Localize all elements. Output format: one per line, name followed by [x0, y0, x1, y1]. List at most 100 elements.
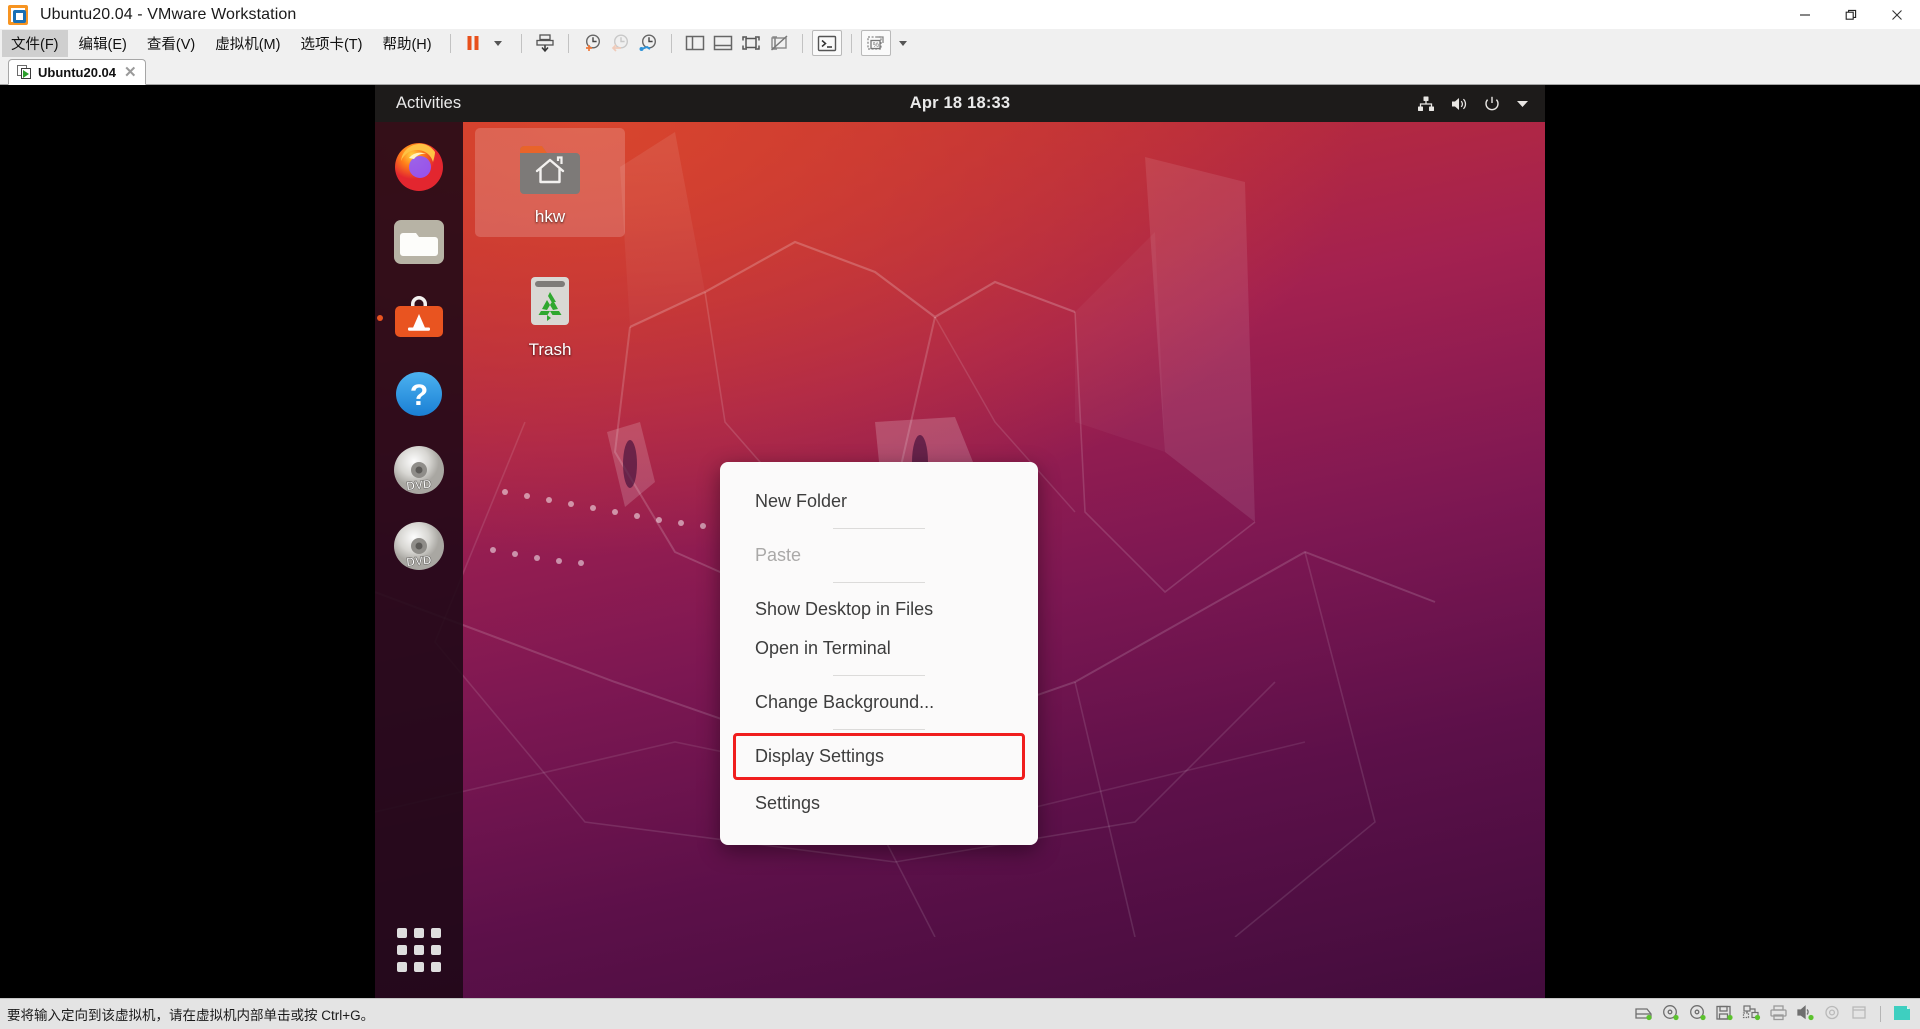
restore-button[interactable]: [1828, 0, 1874, 29]
ubuntu-software-icon: [395, 296, 443, 337]
desktop-icon-trash-label: Trash: [528, 340, 572, 359]
dock-item-firefox[interactable]: [389, 136, 449, 196]
network-wired-icon[interactable]: [1417, 95, 1435, 113]
context-menu-separator: [833, 729, 925, 730]
tab-ubuntu2004[interactable]: Ubuntu20.04 ✕: [8, 59, 146, 85]
trash-icon: [531, 277, 569, 325]
desktop-icon-trash[interactable]: Trash: [475, 261, 625, 370]
context-menu-item-paste[interactable]: Paste: [720, 536, 1038, 575]
status-sound-icon[interactable]: [1796, 1004, 1815, 1024]
svg-text:DVD: DVD: [406, 477, 433, 494]
status-cdrom-2-icon[interactable]: [1688, 1004, 1707, 1024]
full-screen-button[interactable]: [737, 30, 765, 56]
show-applications-button[interactable]: [397, 928, 441, 972]
firefox-icon: [395, 143, 443, 191]
volume-icon[interactable]: [1450, 95, 1468, 113]
toolbar-divider: [850, 33, 852, 53]
menu-view[interactable]: 查看(V): [138, 30, 204, 57]
context-menu-item-open-in-terminal[interactable]: Open in Terminal: [720, 629, 1038, 668]
status-device-icons: [1634, 1004, 1912, 1025]
tab-label: Ubuntu20.04: [38, 64, 117, 80]
show-thumbnail-bar-button[interactable]: [709, 30, 737, 56]
title-bar: Ubuntu20.04 - VMware Workstation: [0, 0, 1920, 29]
remote-console-dropdown[interactable]: [891, 30, 917, 56]
guest-screen[interactable]: Activities Apr 18 18:33 ? DVD DVD hkw Tr…: [375, 85, 1545, 998]
status-hard-disk-icon[interactable]: [1634, 1004, 1653, 1024]
context-menu-item-settings[interactable]: Settings: [720, 784, 1038, 823]
console-button[interactable]: [811, 30, 842, 56]
close-button[interactable]: [1874, 0, 1920, 29]
minimize-button[interactable]: [1782, 0, 1828, 29]
dock-item-dvd-1[interactable]: DVD: [389, 440, 449, 500]
files-folder-icon: [394, 220, 444, 264]
context-menu-item-display-settings[interactable]: Display Settings: [733, 733, 1025, 780]
status-cdrom-1-icon[interactable]: [1661, 1004, 1680, 1024]
menu-tabs[interactable]: 选项卡(T): [291, 30, 371, 57]
desktop-icons: hkw Trash: [475, 128, 625, 370]
activities-button[interactable]: Activities: [396, 94, 461, 113]
status-divider: [1880, 1006, 1881, 1022]
context-menu-separator: [833, 528, 925, 529]
toolbar-divider: [801, 33, 803, 53]
suspend-button[interactable]: [460, 30, 486, 56]
desktop-context-menu[interactable]: New Folder Paste Show Desktop in Files O…: [720, 462, 1038, 845]
power-icon[interactable]: [1483, 95, 1501, 113]
window-title: Ubuntu20.04 - VMware Workstation: [40, 5, 297, 23]
running-indicator-dot: [377, 315, 383, 321]
toolbar-divider: [670, 33, 672, 53]
status-camera-icon[interactable]: [1823, 1004, 1842, 1024]
status-usb-icon[interactable]: [1850, 1004, 1869, 1024]
menu-bar: 文件(F) 编辑(E) 查看(V) 虚拟机(M) 选项卡(T) 帮助(H) %: [0, 29, 1920, 57]
dock-item-ubuntu-software[interactable]: [377, 288, 449, 348]
dock-item-help[interactable]: ?: [389, 364, 449, 424]
context-menu-item-new-folder[interactable]: New Folder: [720, 482, 1038, 521]
dock-item-files[interactable]: [389, 212, 449, 272]
snapshot-manager-button[interactable]: [634, 30, 662, 56]
dvd-disc-icon: DVD: [394, 522, 444, 570]
chevron-down-icon: [493, 40, 502, 46]
take-snapshot-button[interactable]: [578, 30, 606, 56]
chevron-down-icon: [898, 40, 907, 46]
svg-text:%: %: [872, 42, 878, 49]
menu-edit[interactable]: 编辑(E): [70, 30, 136, 57]
window-controls: [1782, 0, 1920, 29]
status-network-icon[interactable]: [1742, 1004, 1761, 1024]
vmware-logo-icon: [8, 4, 28, 25]
status-message: 要将输入定向到该虚拟机，请在虚拟机内部单击或按 Ctrl+G。: [7, 1008, 375, 1023]
menu-help[interactable]: 帮助(H): [373, 30, 440, 57]
menu-vm[interactable]: 虚拟机(M): [206, 30, 289, 57]
vmware-workstation-window: Ubuntu20.04 - VMware Workstation 文件(F) 编…: [0, 0, 1920, 1029]
svg-text:DVD: DVD: [406, 553, 433, 570]
show-library-button[interactable]: [681, 30, 709, 56]
revert-snapshot-button[interactable]: [606, 30, 634, 56]
ubuntu-dock[interactable]: ? DVD DVD: [375, 122, 463, 998]
context-menu-item-change-background[interactable]: Change Background...: [720, 683, 1038, 722]
help-question-icon: ?: [396, 372, 442, 416]
menu-file[interactable]: 文件(F): [2, 29, 68, 57]
tab-bar: Ubuntu20.04 ✕: [0, 57, 1920, 85]
toolbar-divider: [567, 33, 569, 53]
unity-mode-button[interactable]: [765, 30, 793, 56]
dock-item-dvd-2[interactable]: DVD: [389, 516, 449, 576]
power-dropdown[interactable]: [486, 30, 512, 56]
toolbar-divider: [520, 33, 522, 53]
status-printer-icon[interactable]: [1769, 1004, 1788, 1024]
gnome-desktop[interactable]: ? DVD DVD hkw Trash New Folder Paste Sho…: [375, 122, 1545, 998]
context-menu-separator: [833, 675, 925, 676]
status-message-icon[interactable]: [1892, 1004, 1912, 1025]
dvd-disc-icon: DVD: [394, 446, 444, 494]
home-folder-icon: [520, 146, 580, 194]
context-menu-item-show-desktop-in-files[interactable]: Show Desktop in Files: [720, 590, 1038, 629]
remote-console-button[interactable]: %: [860, 30, 891, 56]
tab-close-icon[interactable]: ✕: [124, 65, 137, 80]
status-bar: 要将输入定向到该虚拟机，请在虚拟机内部单击或按 Ctrl+G。: [0, 998, 1920, 1029]
send-ctrl-alt-del-button[interactable]: [531, 30, 559, 56]
chevron-down-icon[interactable]: [1516, 99, 1529, 109]
gnome-top-bar: Activities Apr 18 18:33: [375, 85, 1545, 122]
desktop-icon-home-label: hkw: [534, 207, 566, 226]
desktop-icon-home[interactable]: hkw: [475, 128, 625, 237]
clock-label[interactable]: Apr 18 18:33: [910, 94, 1011, 113]
status-floppy-icon[interactable]: [1715, 1004, 1734, 1024]
toolbar-divider: [449, 33, 451, 53]
vm-viewport[interactable]: Activities Apr 18 18:33 ? DVD DVD hkw Tr…: [0, 85, 1920, 998]
